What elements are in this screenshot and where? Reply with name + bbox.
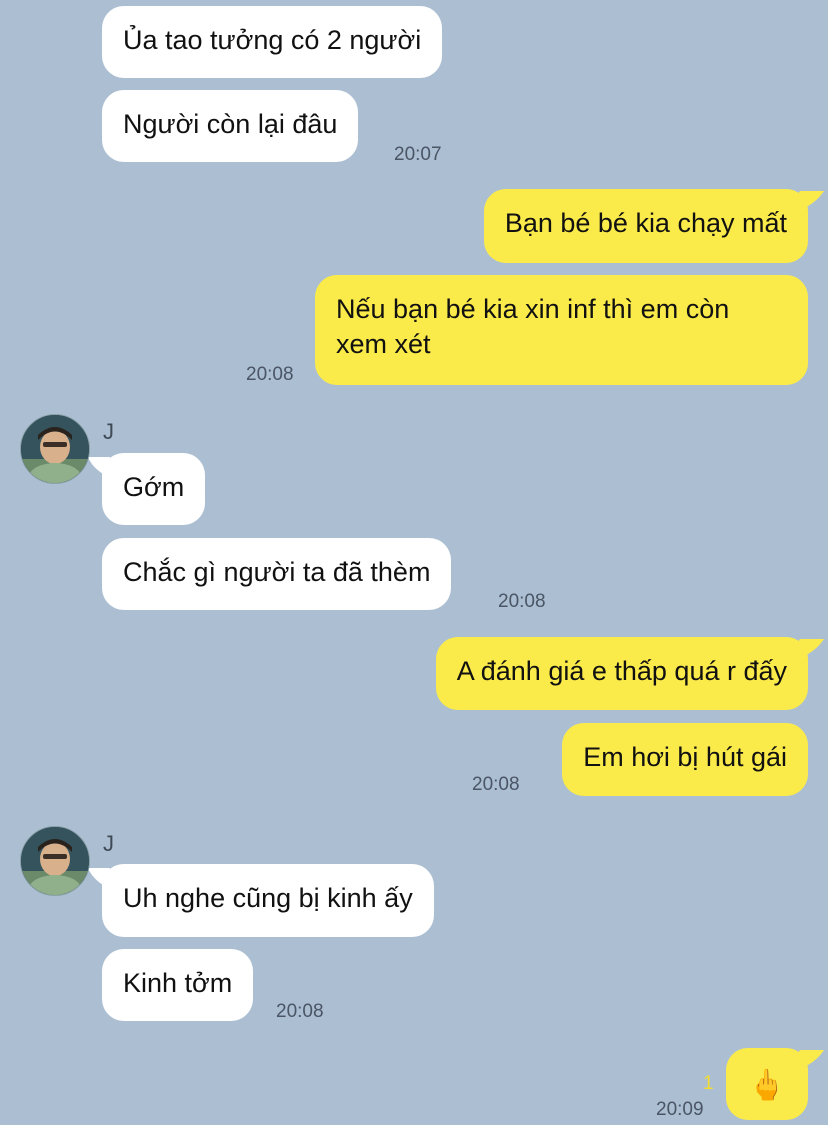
message-text: Bạn bé bé kia chạy mất xyxy=(504,208,787,238)
incoming-message-bubble[interactable]: Kinh tởm xyxy=(102,949,254,1021)
message-text: Gớm xyxy=(123,472,185,502)
message-text: Nếu bạn bé kia xin inf thì em còn xem xé… xyxy=(336,294,730,359)
read-count: 1 xyxy=(703,1073,714,1094)
avatar-image xyxy=(21,415,89,483)
message-timestamp: 20:08 xyxy=(472,774,520,795)
message-text: A đánh giá e thấp quá r đấy xyxy=(456,656,787,686)
outgoing-message-bubble[interactable]: A đánh giá e thấp quá r đấy xyxy=(435,637,808,710)
contact-avatar[interactable] xyxy=(20,826,90,896)
emoji-text: 🖕 xyxy=(748,1069,786,1102)
incoming-message-bubble[interactable]: Người còn lại đâu xyxy=(102,90,359,162)
outgoing-message-bubble[interactable]: Em hơi bị hút gái xyxy=(562,723,808,796)
message-timestamp: 20:08 xyxy=(498,591,546,612)
message-text: Người còn lại đâu xyxy=(123,109,338,139)
message-timestamp: 20:07 xyxy=(394,144,442,165)
chat-message-list[interactable]: Ủa tao tưởng có 2 người Người còn lại đâ… xyxy=(0,0,828,1125)
message-timestamp: 20:09 xyxy=(656,1099,704,1120)
incoming-message-bubble[interactable]: Gớm xyxy=(102,453,206,525)
message-timestamp: 20:08 xyxy=(276,1001,324,1022)
sender-name: J xyxy=(103,831,114,856)
incoming-message-bubble[interactable]: Ủa tao tưởng có 2 người xyxy=(102,6,443,78)
message-text: Chắc gì người ta đã thèm xyxy=(123,557,431,587)
message-text: Em hơi bị hút gái xyxy=(583,742,787,772)
message-timestamp: 20:08 xyxy=(246,364,294,385)
avatar-image xyxy=(21,827,89,895)
message-text: Uh nghe cũng bị kinh ấy xyxy=(123,883,413,913)
outgoing-message-bubble[interactable]: Nếu bạn bé kia xin inf thì em còn xem xé… xyxy=(315,275,808,385)
incoming-message-bubble[interactable]: Chắc gì người ta đã thèm xyxy=(102,538,452,610)
incoming-message-bubble[interactable]: Uh nghe cũng bị kinh ấy xyxy=(102,864,434,937)
outgoing-message-bubble[interactable]: Bạn bé bé kia chạy mất xyxy=(483,189,808,263)
outgoing-emoji-bubble[interactable]: 🖕 xyxy=(726,1048,808,1120)
sender-name: J xyxy=(103,419,114,444)
message-text: Ủa tao tưởng có 2 người xyxy=(123,25,422,55)
contact-avatar[interactable] xyxy=(20,414,90,484)
message-text: Kinh tởm xyxy=(123,968,233,998)
